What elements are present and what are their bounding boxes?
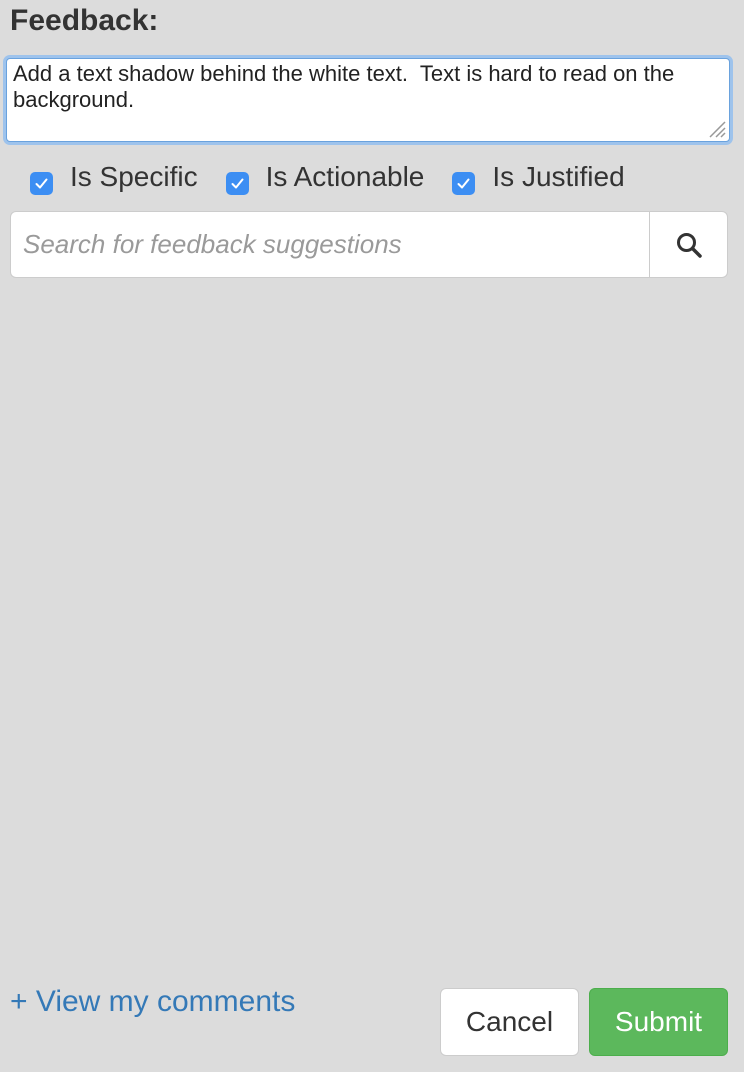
cancel-button[interactable]: Cancel [440, 988, 579, 1056]
feedback-heading: Feedback: [10, 4, 159, 37]
feedback-search [10, 211, 728, 278]
search-input[interactable] [10, 211, 649, 278]
criteria-checkboxes: Is Specific Is Actionable Is Justified [30, 158, 653, 195]
submit-button[interactable]: Submit [589, 988, 728, 1056]
search-icon [676, 232, 702, 258]
search-button[interactable] [649, 211, 728, 278]
feedback-textarea[interactable]: Add a text shadow behind the white text.… [6, 58, 730, 142]
checkbox-checked-icon[interactable] [225, 172, 249, 195]
is-actionable-checkbox[interactable]: Is Actionable [225, 158, 425, 195]
checkbox-checked-icon[interactable] [30, 172, 53, 195]
is-actionable-label: Is Actionable [265, 160, 425, 192]
view-my-comments-link[interactable]: + View my comments [10, 984, 295, 1020]
is-specific-label: Is Specific [70, 160, 198, 192]
is-specific-checkbox[interactable]: Is Specific [30, 158, 198, 195]
feedback-panel: Feedback: Add a text shadow behind the w… [0, 0, 744, 1072]
is-justified-checkbox[interactable]: Is Justified [452, 158, 625, 195]
checkbox-checked-icon[interactable] [452, 172, 476, 195]
is-justified-label: Is Justified [492, 160, 625, 192]
